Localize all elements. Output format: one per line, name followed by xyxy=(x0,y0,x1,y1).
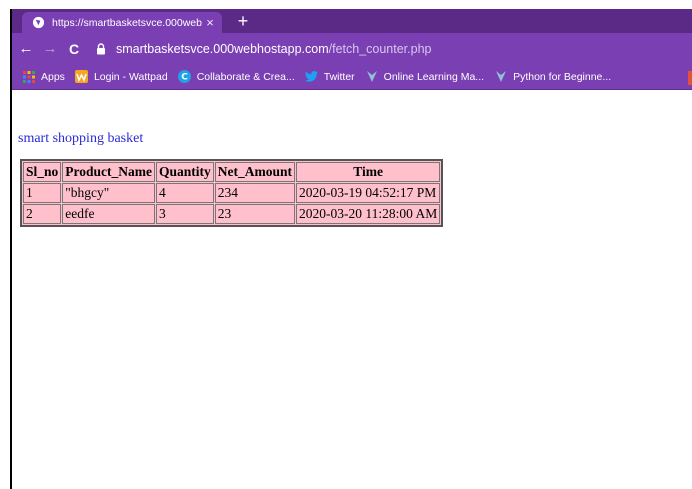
bookmark-twitter[interactable]: Twitter xyxy=(305,70,355,84)
apps-grid-icon xyxy=(22,70,36,84)
cell-time: 2020-03-19 04:52:17 PM xyxy=(296,183,441,203)
cell-sl-no: 2 xyxy=(23,204,62,224)
cell-quantity: 4 xyxy=(156,183,214,203)
table-row: 1 "bhgcy" 4 234 2020-03-19 04:52:17 PM xyxy=(23,183,441,203)
bookmark-label: Twitter xyxy=(323,70,355,83)
cell-product-name: eedfe xyxy=(62,204,156,224)
bookmark-overflow-edge xyxy=(688,71,692,85)
bookmark-label: Apps xyxy=(41,70,65,83)
bookmark-wattpad[interactable]: Login - Wattpad xyxy=(75,70,168,84)
browser-toolbar: ← → C smartbasketsvce.000webhostapp.com /… xyxy=(12,33,692,64)
header-product-name: Product_Name xyxy=(62,162,156,182)
collaborate-icon: C xyxy=(178,70,192,84)
lock-icon xyxy=(94,42,108,55)
new-tab-button[interactable]: + xyxy=(233,11,253,31)
bookmark-label: Python for Beginne... xyxy=(513,70,612,83)
browser-window: https://smartbasketsvce.000webl × + ← → … xyxy=(10,9,692,489)
twitter-icon xyxy=(305,70,319,84)
page-title: smart shopping basket xyxy=(18,131,144,146)
header-net-amount: Net_Amount xyxy=(214,162,296,182)
cell-net-amount: 23 xyxy=(214,204,296,224)
bookmarks-bar: Apps Login - Wattpad C Collaborate & Cre… xyxy=(12,64,692,90)
table-row: 2 eedfe 3 23 2020-03-20 11:28:00 AM xyxy=(23,204,441,224)
browser-tab[interactable]: https://smartbasketsvce.000webl × xyxy=(22,12,222,33)
bookmark-label: Collaborate & Crea... xyxy=(196,70,295,83)
bookmark-apps[interactable]: Apps xyxy=(22,70,65,84)
tab-title: https://smartbasketsvce.000webl xyxy=(52,16,202,29)
header-sl-no: Sl_no xyxy=(23,162,62,182)
bookmark-collaborate[interactable]: C Collaborate & Crea... xyxy=(178,70,295,84)
bookmark-label: Online Learning Ma... xyxy=(383,70,485,83)
tab-close-icon[interactable]: × xyxy=(202,15,218,30)
url-host: smartbasketsvce.000webhostapp.com xyxy=(116,41,329,56)
learning-icon xyxy=(365,70,379,84)
python-icon xyxy=(494,70,508,84)
bookmark-label: Login - Wattpad xyxy=(93,70,168,83)
globe-icon xyxy=(31,16,45,30)
forward-button[interactable]: → xyxy=(40,40,60,57)
bookmark-online-learning[interactable]: Online Learning Ma... xyxy=(365,70,484,84)
header-time: Time xyxy=(296,162,441,182)
cell-sl-no: 1 xyxy=(23,183,62,203)
tab-strip: https://smartbasketsvce.000webl × + xyxy=(12,9,692,33)
page-content: smart shopping basket Sl_no Product_Name… xyxy=(12,91,692,489)
bookmark-python[interactable]: Python for Beginne... xyxy=(494,70,611,84)
url-path: /fetch_counter.php xyxy=(328,41,432,56)
svg-text:C: C xyxy=(181,73,188,83)
cell-product-name: "bhgcy" xyxy=(62,183,156,203)
wattpad-icon xyxy=(75,70,89,84)
table-header-row: Sl_no Product_Name Quantity Net_Amount T… xyxy=(23,162,441,182)
header-quantity: Quantity xyxy=(156,162,214,182)
cell-time: 2020-03-20 11:28:00 AM xyxy=(296,204,441,224)
address-bar[interactable]: smartbasketsvce.000webhostapp.com/fetch_… xyxy=(94,36,431,62)
reload-button[interactable]: C xyxy=(64,41,84,57)
cell-quantity: 3 xyxy=(156,204,214,224)
orders-table: Sl_no Product_Name Quantity Net_Amount T… xyxy=(20,159,444,227)
cell-net-amount: 234 xyxy=(214,183,296,203)
back-button[interactable]: ← xyxy=(16,40,36,57)
